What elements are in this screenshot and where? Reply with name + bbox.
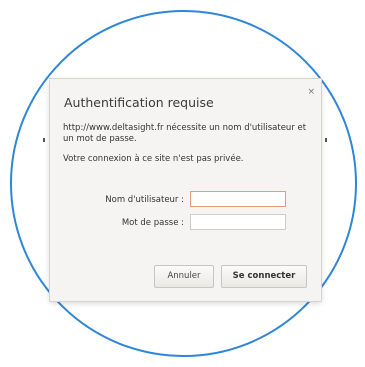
username-label: Nom d'utilisateur : (105, 195, 184, 205)
dialog-title: Authentification requise (64, 95, 214, 110)
username-field[interactable] (190, 191, 286, 207)
auth-dialog: × Authentification requise http://www.de… (50, 79, 321, 301)
password-field[interactable] (190, 214, 286, 230)
background-page-fragment (325, 138, 327, 142)
auth-description: http://www.deltasight.fr nécessite un no… (63, 123, 307, 144)
background-page-fragment (43, 138, 45, 142)
close-icon[interactable]: × (307, 88, 315, 97)
privacy-warning: Votre connexion à ce site n'est pas priv… (63, 154, 244, 164)
cancel-button[interactable]: Annuler (154, 265, 214, 288)
connect-button[interactable]: Se connecter (221, 265, 307, 288)
screenshot-stage: × Authentification requise http://www.de… (0, 0, 365, 367)
password-label: Mot de passe : (121, 218, 184, 228)
